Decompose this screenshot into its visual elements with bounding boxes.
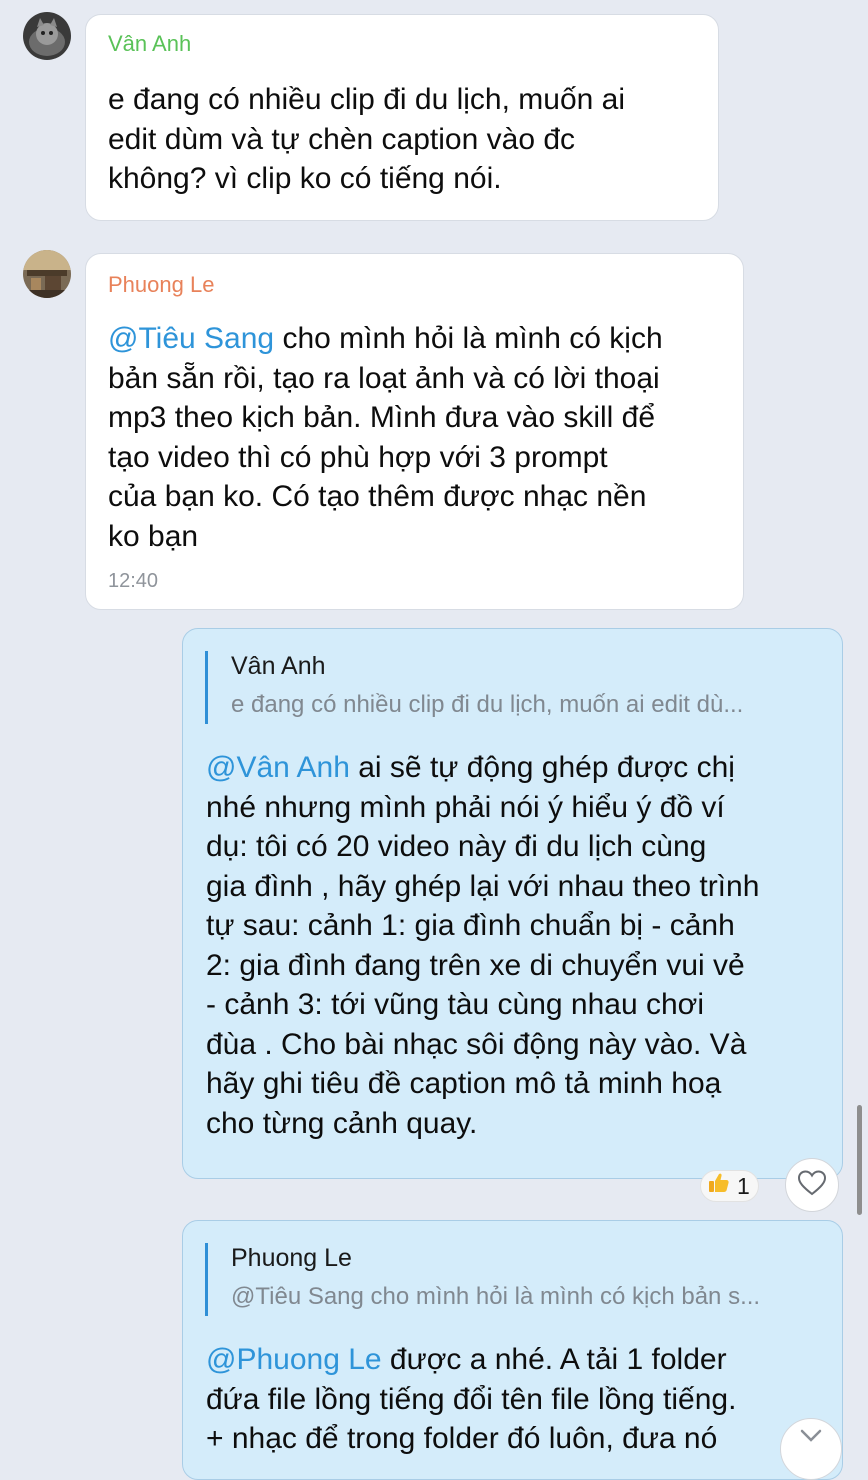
message-line: @Phuong Le được a nhé. A tải 1 folder — [206, 1340, 736, 1380]
message-line: nhé nhưng mình phải nói ý hiểu ý đồ ví — [206, 790, 725, 824]
reply-quote[interactable]: Phuong Le @Tiêu Sang cho mình hỏi là mìn… — [205, 1243, 820, 1316]
message-line: + nhạc để trong folder đó luôn, đưa nó — [206, 1422, 718, 1455]
message-line: tạo video thì có phù hợp với 3 prompt — [108, 440, 608, 474]
message-line: của bạn ko. Có tạo thêm được nhạc nền — [108, 480, 647, 513]
heart-icon — [797, 1169, 827, 1202]
message-line: mp3 theo kịch bản. Mình đưa vào skill để — [108, 401, 656, 434]
message-line: e đang có nhiều clip đi du lịch, muốn ai — [108, 83, 626, 116]
message-line: đứa file lồng tiếng đổi tên file lồng ti… — [206, 1382, 737, 1416]
message-bubble-phuong-le[interactable]: Phuong Le @Tiêu Sang cho mình hỏi là mìn… — [85, 253, 744, 610]
quote-author: Phuong Le — [231, 1244, 352, 1272]
quote-text: @Tiêu Sang cho mình hỏi là mình có kịch … — [231, 1283, 761, 1310]
chevron-down-icon — [800, 1429, 822, 1448]
avatar-phuong-le[interactable] — [23, 250, 71, 298]
message-line: dụ: tôi có 20 video này đi du lịch cùng — [206, 830, 707, 863]
message-line: đùa . Cho bài nhạc sôi động này vào. Và — [206, 1027, 747, 1061]
message-line: bản sẵn rồi, tạo ra loạt ảnh và có lời t… — [108, 361, 660, 395]
thumbs-up-icon — [707, 1171, 731, 1201]
quote-text: e đang có nhiều clip đi du lịch, muốn ai… — [231, 691, 744, 718]
message-line: cho từng cảnh quay. — [206, 1106, 478, 1140]
message-line: không? vì clip ko có tiếng nói. — [108, 162, 502, 195]
mention-link[interactable]: @Phuong Le — [206, 1343, 382, 1376]
message-line: edit dùm và tự chèn caption vào đc — [108, 122, 576, 156]
message-line: tự sau: cảnh 1: gia đình chuẩn bị - cảnh — [206, 909, 735, 942]
message-line: @Vân Anh ai sẽ tự động ghép được chị — [206, 748, 759, 788]
reaction-count: 1 — [737, 1172, 750, 1199]
message-line: - cảnh 3: tới vũng tàu cùng nhau chơi — [206, 988, 704, 1021]
scrollbar-thumb[interactable] — [857, 1105, 862, 1215]
message-line: hãy ghi tiêu đề caption mô tả minh hoạ — [206, 1067, 722, 1100]
message-text: @Tiêu Sang cho mình hỏi là mình có kịch … — [108, 319, 663, 556]
message-line: @Tiêu Sang cho mình hỏi là mình có kịch — [108, 319, 663, 359]
message-timestamp: 12:40 — [108, 570, 159, 592]
message-line-rest: được a nhé. A tải 1 folder — [381, 1343, 727, 1376]
react-heart-button[interactable] — [785, 1158, 839, 1212]
message-line: 2: gia đình đang trên xe di chuyển vui v… — [206, 948, 745, 982]
mention-link[interactable]: @Vân Anh — [206, 751, 350, 784]
mention-link[interactable]: @Tiêu Sang — [108, 322, 274, 355]
message-text: e đang có nhiều clip đi du lịch, muốn ai… — [108, 80, 625, 199]
sender-name[interactable]: Phuong Le — [108, 272, 214, 298]
message-bubble-van-anh[interactable]: Vân Anh e đang có nhiều clip đi du lịch,… — [85, 14, 719, 221]
reaction-badge[interactable]: 1 — [700, 1170, 759, 1202]
message-line: gia đình , hãy ghép lại với nhau theo tr… — [206, 869, 760, 903]
message-line-rest: cho mình hỏi là mình có kịch — [274, 322, 663, 355]
sender-name[interactable]: Vân Anh — [108, 31, 191, 57]
quote-author: Vân Anh — [231, 652, 326, 680]
message-bubble-reply-van-anh[interactable]: Vân Anh e đang có nhiều clip đi du lịch,… — [182, 628, 843, 1179]
message-bubble-reply-phuong-le[interactable]: Phuong Le @Tiêu Sang cho mình hỏi là mìn… — [182, 1220, 843, 1480]
message-text: @Vân Anh ai sẽ tự động ghép được chị nhé… — [206, 748, 759, 1143]
message-line: ko bạn — [108, 519, 199, 553]
message-line-rest: ai sẽ tự động ghép được chị — [349, 751, 735, 784]
scroll-down-button[interactable] — [780, 1418, 842, 1480]
message-text: @Phuong Le được a nhé. A tải 1 folder đứ… — [206, 1340, 736, 1459]
avatar-van-anh[interactable] — [23, 12, 71, 60]
reply-quote[interactable]: Vân Anh e đang có nhiều clip đi du lịch,… — [205, 651, 820, 724]
